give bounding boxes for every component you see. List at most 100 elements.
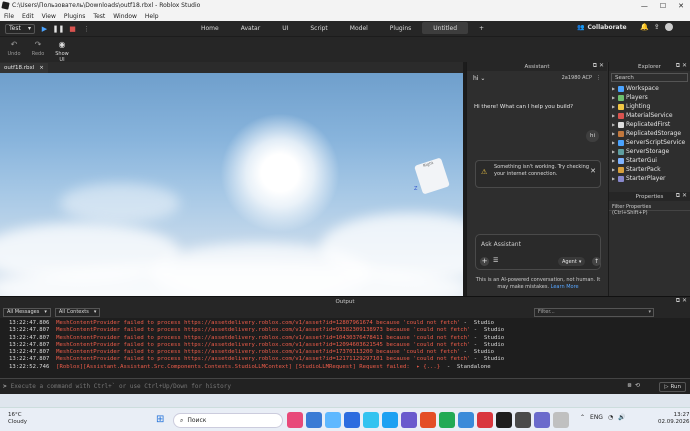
close-tab-icon[interactable]: × bbox=[39, 65, 44, 71]
tab-home[interactable]: Home bbox=[190, 22, 230, 34]
language-indicator[interactable]: ENG bbox=[590, 414, 603, 421]
menu-view[interactable]: View bbox=[42, 13, 56, 20]
menu-edit[interactable]: Edit bbox=[22, 13, 34, 20]
menu-plugins[interactable]: Plugins bbox=[64, 13, 86, 20]
undo-button[interactable]: ↶ Undo bbox=[6, 40, 22, 57]
taskbar-app-icon[interactable] bbox=[325, 412, 341, 428]
avatar[interactable] bbox=[664, 23, 673, 31]
taskbar-app-icon[interactable] bbox=[553, 412, 569, 428]
expand-arrow-icon[interactable]: ▶ bbox=[612, 158, 616, 163]
expand-arrow-icon[interactable]: ▶ bbox=[612, 131, 616, 136]
expand-arrow-icon[interactable]: ▶ bbox=[612, 113, 616, 118]
volume-icon[interactable]: 🔊 bbox=[618, 414, 625, 421]
taskbar-app-icon[interactable] bbox=[420, 412, 436, 428]
send-icon[interactable]: ↑ bbox=[592, 257, 601, 266]
taskbar-app-icon[interactable] bbox=[477, 412, 493, 428]
contexts-filter-dropdown[interactable]: All Contexts ▾ bbox=[54, 307, 101, 317]
output-filter-input[interactable]: Filter... ▾ bbox=[534, 307, 654, 317]
tab-ui[interactable]: UI bbox=[271, 22, 299, 34]
pause-icon[interactable]: ❚❚ bbox=[53, 24, 65, 33]
close-panel-icon[interactable]: ⧉ ✕ bbox=[676, 297, 687, 305]
learn-more-link[interactable]: Learn More bbox=[551, 284, 579, 290]
conversation-selector[interactable]: hi ⌄ bbox=[473, 75, 485, 82]
taskbar-search[interactable]: ⌕ Поиск bbox=[173, 413, 283, 428]
windows-start-icon[interactable]: ⊞ bbox=[156, 414, 164, 425]
taskbar-app-icon[interactable] bbox=[382, 412, 398, 428]
tab-script[interactable]: Script bbox=[299, 22, 338, 34]
taskbar-app-icon[interactable] bbox=[439, 412, 455, 428]
taskbar-app-icon[interactable] bbox=[363, 412, 379, 428]
close-panel-icon[interactable]: ⧉ ✕ bbox=[593, 62, 604, 70]
tab-avatar[interactable]: Avatar bbox=[230, 22, 271, 34]
tab-untitled[interactable]: Untitled bbox=[422, 22, 469, 34]
taskbar-app-icon[interactable] bbox=[458, 412, 474, 428]
command-input[interactable]: Execute a command with Ctrl+` or use Ctr… bbox=[11, 383, 231, 390]
run-button[interactable]: ▷ Run bbox=[659, 382, 686, 392]
explorer-item[interactable]: ▶ StarterPlayer bbox=[609, 174, 690, 183]
close-panel-icon[interactable]: ⧉ ✕ bbox=[676, 62, 687, 70]
taskbar-app-icon[interactable] bbox=[287, 412, 303, 428]
tab-model[interactable]: Model bbox=[339, 22, 379, 34]
stop-icon[interactable]: ■ bbox=[68, 24, 77, 33]
expand-arrow-icon[interactable]: ▶ bbox=[612, 104, 616, 109]
taskbar-app-icon[interactable] bbox=[306, 412, 322, 428]
collaborate-button[interactable]: 👥 Collaborate bbox=[577, 24, 627, 31]
mode-dropdown[interactable]: Test ▾ bbox=[5, 23, 35, 34]
chevron-up-icon[interactable]: ⌃ bbox=[580, 414, 585, 421]
add-tab-icon[interactable]: + bbox=[468, 22, 495, 34]
3d-viewport[interactable]: Right Z bbox=[0, 73, 463, 296]
assistant-input-box[interactable]: Ask Assistant + ☰ Agent ▾ ↑ bbox=[475, 234, 601, 270]
taskbar-app-icon[interactable] bbox=[496, 412, 512, 428]
close-panel-icon[interactable]: ⧉ ✕ bbox=[676, 192, 687, 200]
taskbar-app-icon[interactable] bbox=[401, 412, 417, 428]
taskbar-app-icon[interactable] bbox=[344, 412, 360, 428]
play-icon[interactable]: ▶ bbox=[40, 24, 49, 33]
expand-arrow-icon[interactable]: ▶ bbox=[612, 95, 616, 100]
explorer-item[interactable]: ▶ StarterGui bbox=[609, 156, 690, 165]
menu-window[interactable]: Window bbox=[113, 13, 137, 20]
explorer-item[interactable]: ▶ MaterialService bbox=[609, 111, 690, 120]
more-options-icon[interactable]: ⋮ bbox=[82, 24, 91, 33]
explorer-item[interactable]: ▶ ServerScriptService bbox=[609, 138, 690, 147]
view-cube-gizmo[interactable]: Right bbox=[414, 157, 450, 195]
tab-plugins[interactable]: Plugins bbox=[379, 22, 423, 34]
menu-test[interactable]: Test bbox=[93, 13, 105, 20]
assistant-input[interactable]: Ask Assistant bbox=[481, 241, 521, 248]
explorer-item[interactable]: ▶ ServerStorage bbox=[609, 147, 690, 156]
explorer-item[interactable]: ▶ ReplicatedStorage bbox=[609, 129, 690, 138]
more-icon[interactable]: ⋮ bbox=[596, 75, 601, 81]
expand-arrow-icon[interactable]: ▶ bbox=[612, 122, 616, 127]
taskbar-clock[interactable]: 13:27 02.09.2026 bbox=[658, 412, 690, 426]
explorer-item[interactable]: ▶ StarterPack bbox=[609, 165, 690, 174]
wifi-icon[interactable]: ◔ bbox=[608, 414, 613, 421]
document-tab[interactable]: outf18.rbxl × bbox=[0, 62, 48, 73]
menu-help[interactable]: Help bbox=[145, 13, 159, 20]
messages-filter-dropdown[interactable]: All Messages ▾ bbox=[3, 307, 51, 317]
add-attachment-icon[interactable]: + bbox=[480, 257, 489, 266]
clear-icon[interactable]: ⊠ ⟲ bbox=[628, 382, 640, 389]
taskbar-app-icon[interactable] bbox=[515, 412, 531, 428]
taskbar-app-icon[interactable] bbox=[534, 412, 550, 428]
share-icon[interactable]: ⇪ bbox=[654, 23, 660, 31]
redo-button[interactable]: ↷ Redo bbox=[30, 40, 46, 57]
expand-arrow-icon[interactable]: ▶ bbox=[612, 176, 616, 181]
agent-mode-dropdown[interactable]: Agent ▾ bbox=[558, 257, 586, 266]
list-icon[interactable]: ☰ bbox=[493, 257, 498, 264]
expand-arrow-icon[interactable]: ▶ bbox=[612, 86, 616, 91]
expand-arrow-icon[interactable]: ▶ bbox=[612, 167, 616, 172]
maximize-button[interactable]: ☐ bbox=[660, 2, 666, 10]
explorer-item[interactable]: ▶ ReplicatedFirst bbox=[609, 120, 690, 129]
minimize-button[interactable]: — bbox=[641, 2, 648, 10]
dismiss-warning-icon[interactable]: ✕ bbox=[590, 168, 596, 175]
bell-icon[interactable]: 🔔 bbox=[640, 23, 649, 31]
expand-arrow-icon[interactable]: ▶ bbox=[612, 140, 616, 145]
expand-arrow-icon[interactable]: ▶ bbox=[612, 149, 616, 154]
explorer-item[interactable]: ▶ Workspace bbox=[609, 84, 690, 93]
menu-file[interactable]: File bbox=[4, 13, 14, 20]
close-window-button[interactable]: ✕ bbox=[678, 2, 684, 10]
show-ui-button[interactable]: ◉ Show UI bbox=[52, 40, 72, 63]
properties-filter-input[interactable]: Filter Properties (Ctrl+Shift+P) bbox=[609, 201, 690, 216]
explorer-item[interactable]: ▶ Lighting bbox=[609, 102, 690, 111]
explorer-search-input[interactable]: Search bbox=[611, 73, 688, 82]
weather-widget[interactable]: 16°C Cloudy bbox=[8, 412, 27, 426]
